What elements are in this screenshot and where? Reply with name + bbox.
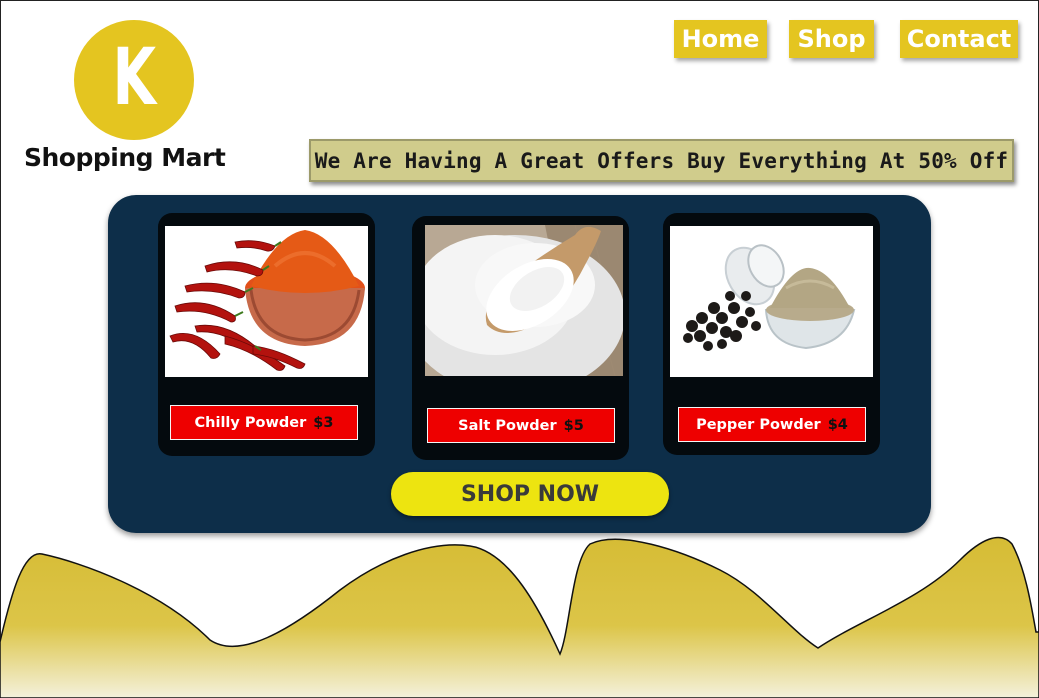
- decorative-hills: [0, 536, 1039, 698]
- nav-contact-button[interactable]: Contact: [900, 20, 1018, 58]
- offer-banner: We Are Having A Great Offers Buy Everyth…: [309, 139, 1014, 182]
- price-tag-salt[interactable]: Salt Powder $5: [427, 408, 615, 443]
- offer-banner-text: We Are Having A Great Offers Buy Everyth…: [314, 148, 1009, 173]
- product-price: $4: [827, 416, 848, 433]
- nav-shop-button[interactable]: Shop: [789, 20, 874, 58]
- price-tag-chilly[interactable]: Chilly Powder $3: [170, 405, 358, 440]
- brand-name: Shopping Mart: [24, 143, 226, 172]
- salt-powder-image[interactable]: [425, 225, 623, 376]
- product-card-pepper[interactable]: Pepper Powder $4: [663, 213, 880, 455]
- product-card-salt[interactable]: Salt Powder $5: [412, 216, 629, 460]
- product-price: $5: [563, 417, 584, 434]
- product-name: Chilly Powder: [194, 414, 307, 431]
- logo-letter: K: [112, 33, 156, 123]
- nav-home-button[interactable]: Home: [674, 20, 767, 58]
- product-panel: Chilly Powder $3 Salt Powder $5 Pepper P…: [108, 195, 931, 533]
- product-name: Salt Powder: [458, 417, 557, 434]
- pepper-powder-image[interactable]: [670, 226, 873, 377]
- logo[interactable]: K: [74, 20, 194, 140]
- product-card-chilly[interactable]: Chilly Powder $3: [158, 213, 375, 456]
- shop-now-button[interactable]: SHOP NOW: [391, 472, 669, 516]
- product-name: Pepper Powder: [696, 416, 821, 433]
- price-tag-pepper[interactable]: Pepper Powder $4: [678, 407, 866, 442]
- product-price: $3: [313, 414, 334, 431]
- chilli-powder-image[interactable]: [165, 226, 368, 377]
